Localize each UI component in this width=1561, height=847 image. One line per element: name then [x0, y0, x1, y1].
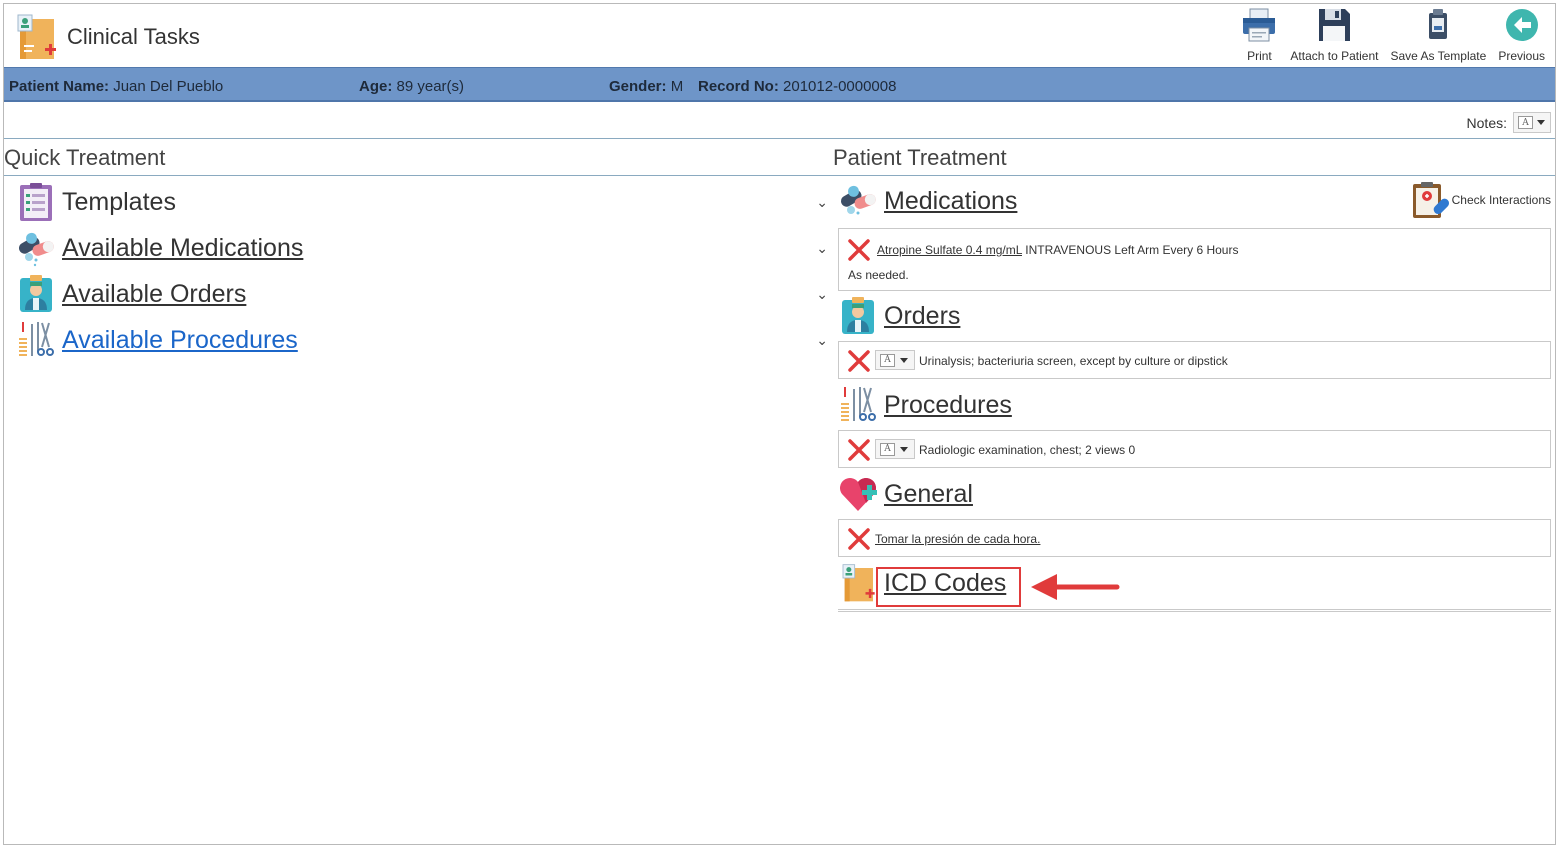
- patient-gender-field: Gender: M: [609, 78, 683, 95]
- general-link[interactable]: General: [884, 480, 973, 509]
- patient-record-label: Record No:: [698, 78, 779, 95]
- orders-section-header: Orders: [838, 296, 960, 336]
- procedure-entry-text: Radiologic examination, chest; 2 views 0: [919, 443, 1136, 457]
- clipboard-pill-icon: [1412, 182, 1449, 218]
- general-entry: Tomar la presión de cada hora.: [838, 519, 1551, 557]
- check-interactions-label: Check Interactions: [1451, 193, 1551, 207]
- page-title: Clinical Tasks: [67, 24, 200, 49]
- medications-section-header: Medications: [838, 181, 1017, 221]
- procedures-link[interactable]: Procedures: [884, 391, 1012, 420]
- chevron-down-icon[interactable]: ⌄: [816, 194, 828, 211]
- orders-link[interactable]: Orders: [884, 302, 960, 331]
- clipboard-list-icon: [20, 183, 52, 221]
- printer-icon: [1243, 8, 1276, 42]
- clinical-chart-icon: [17, 14, 56, 59]
- patient-age-value: 89 year(s): [396, 78, 465, 95]
- pills-icon: [840, 185, 876, 215]
- save-as-template-button[interactable]: Save As Template: [1384, 6, 1492, 66]
- medication-note: As needed.: [848, 268, 909, 282]
- quick-item-available-medications[interactable]: Available Medications ⌄: [16, 226, 828, 270]
- notes-dropdown[interactable]: A: [1513, 112, 1551, 133]
- quick-item-templates-label: Templates: [62, 187, 176, 216]
- patient-name-label: Patient Name:: [9, 78, 110, 95]
- quick-treatment-title: Quick Treatment: [4, 145, 166, 170]
- clinical-tasks-window: Clinical Tasks Print Attach to Patient S…: [3, 3, 1556, 845]
- quick-item-available-procedures[interactable]: Available Procedures ⌄: [16, 318, 828, 362]
- general-entry-link[interactable]: Tomar la presión de cada hora.: [875, 532, 1040, 546]
- remove-icon[interactable]: [847, 238, 871, 262]
- patient-age-field: Age: 89 year(s): [359, 78, 464, 95]
- medication-drug-link[interactable]: Atropine Sulfate 0.4 mg/mL: [877, 243, 1022, 257]
- icd-codes-list: [838, 609, 1551, 612]
- quick-item-available-medications-label: Available Medications: [62, 233, 304, 262]
- order-notes-dropdown[interactable]: A: [875, 350, 915, 370]
- heart-plus-icon: [840, 478, 877, 511]
- text-format-icon: A: [880, 442, 895, 456]
- remove-icon[interactable]: [847, 527, 871, 551]
- medication-entry-text: Atropine Sulfate 0.4 mg/mL INTRAVENOUS L…: [877, 243, 1238, 257]
- quick-item-templates[interactable]: Templates ⌄: [16, 180, 828, 224]
- patient-gender-label: Gender:: [609, 78, 667, 95]
- previous-label: Previous: [1498, 49, 1545, 63]
- toolbar: Print Attach to Patient Save As Template: [1234, 6, 1551, 66]
- print-label: Print: [1247, 49, 1272, 63]
- previous-button[interactable]: Previous: [1492, 6, 1551, 66]
- chevron-down-icon: [900, 446, 908, 452]
- doctor-icon: [842, 297, 874, 334]
- patient-info-bar: Patient Name: Juan Del Pueblo Age: 89 ye…: [4, 67, 1555, 102]
- icd-codes-highlight-box: [876, 567, 1021, 607]
- chevron-down-icon[interactable]: ⌄: [816, 286, 828, 303]
- procedures-section-header: Procedures: [838, 385, 1012, 425]
- floppy-disk-icon: [1319, 9, 1351, 41]
- general-section-header: General: [838, 474, 973, 514]
- quick-item-available-procedures-label: Available Procedures: [62, 325, 298, 354]
- chevron-down-icon: [1537, 120, 1545, 125]
- text-format-icon: A: [880, 353, 895, 367]
- remove-icon[interactable]: [847, 438, 871, 462]
- surgical-tools-icon: [841, 387, 876, 421]
- doctor-icon: [20, 275, 52, 312]
- order-entry: A Urinalysis; bacteriuria screen, except…: [838, 341, 1551, 379]
- notes-row: Notes: A: [4, 104, 1555, 139]
- patient-name-field: Patient Name: Juan Del Pueblo: [9, 78, 223, 95]
- patient-treatment-title: Patient Treatment: [833, 145, 1007, 170]
- patient-record-value: 201012-0000008: [783, 78, 897, 95]
- print-button[interactable]: Print: [1234, 6, 1284, 66]
- patient-gender-value: M: [670, 78, 684, 95]
- pointer-arrow-icon: [1031, 574, 1120, 600]
- attach-to-patient-button[interactable]: Attach to Patient: [1284, 6, 1384, 66]
- notes-label: Notes:: [1466, 115, 1507, 131]
- medication-detail: INTRAVENOUS Left Arm Every 6 Hours: [1021, 243, 1239, 257]
- text-format-icon: A: [1518, 116, 1533, 129]
- patient-name-value: Juan Del Pueblo: [113, 78, 224, 95]
- pills-icon: [18, 232, 54, 267]
- order-entry-text: Urinalysis; bacteriuria screen, except b…: [919, 354, 1228, 368]
- section-divider: [4, 175, 1555, 176]
- template-icon: [1429, 9, 1448, 39]
- patient-record-field: Record No: 201012-0000008: [698, 78, 896, 95]
- medication-entry: Atropine Sulfate 0.4 mg/mL INTRAVENOUS L…: [838, 228, 1551, 291]
- quick-item-available-orders[interactable]: Available Orders ⌄: [16, 272, 828, 316]
- back-arrow-icon: [1505, 9, 1538, 41]
- attach-to-patient-label: Attach to Patient: [1290, 49, 1379, 63]
- save-as-template-label: Save As Template: [1390, 49, 1487, 63]
- chevron-down-icon[interactable]: ⌄: [816, 240, 828, 257]
- quick-item-available-orders-label: Available Orders: [62, 279, 247, 308]
- chevron-down-icon[interactable]: ⌄: [816, 332, 828, 349]
- remove-icon[interactable]: [847, 349, 871, 373]
- procedure-entry: A Radiologic examination, chest; 2 views…: [838, 430, 1551, 468]
- clinical-chart-icon: [842, 564, 875, 602]
- check-interactions-button[interactable]: Check Interactions: [1410, 180, 1551, 220]
- patient-age-label: Age:: [359, 78, 393, 95]
- chevron-down-icon: [900, 357, 908, 363]
- medications-link[interactable]: Medications: [884, 187, 1017, 216]
- surgical-tools-icon: [19, 322, 54, 356]
- general-entry-text: Tomar la presión de cada hora.: [875, 532, 1040, 546]
- procedure-notes-dropdown[interactable]: A: [875, 439, 915, 459]
